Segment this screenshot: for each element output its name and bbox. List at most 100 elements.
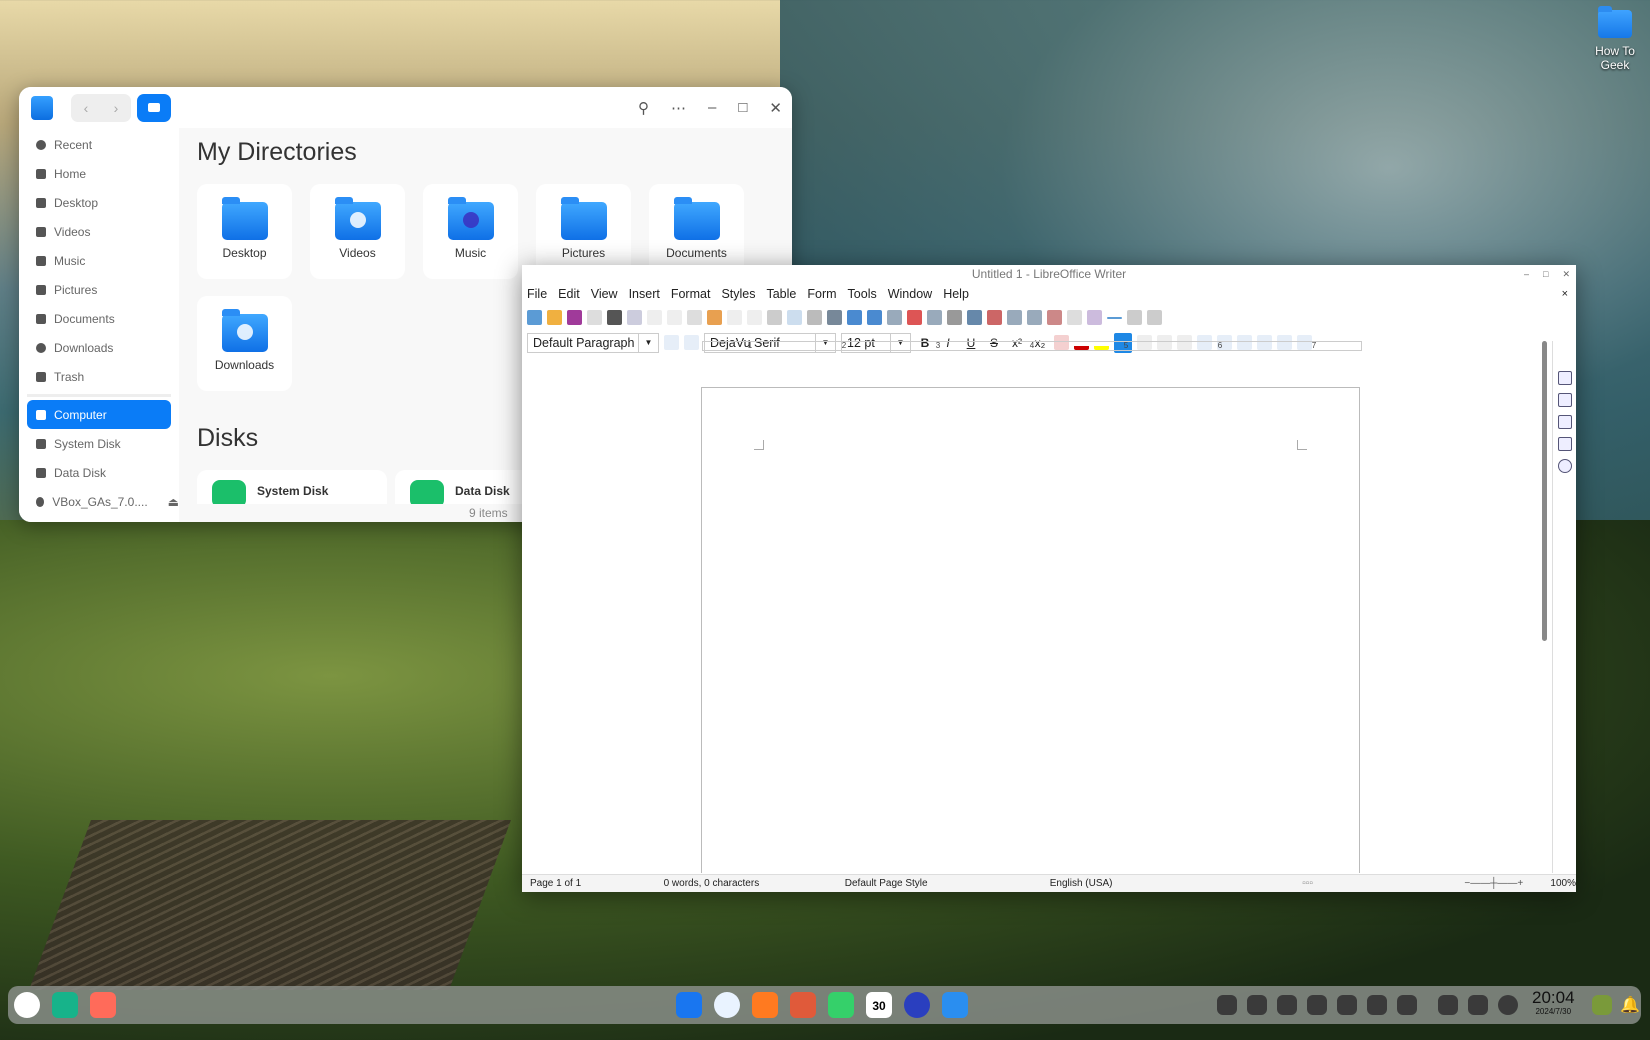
endnote-icon[interactable] xyxy=(1007,310,1022,325)
sidebar-item-pictures[interactable]: Pictures xyxy=(19,275,179,304)
sidebar-item-data-disk[interactable]: Data Disk xyxy=(19,458,179,487)
minimize-button[interactable]: – xyxy=(1524,265,1529,283)
search-icon[interactable]: ⚲ xyxy=(638,99,649,117)
clone-formatting-icon[interactable] xyxy=(707,310,722,325)
document-page[interactable] xyxy=(701,387,1360,873)
chevron-right-icon[interactable] xyxy=(1397,995,1417,1015)
draw-functions-icon[interactable] xyxy=(1147,310,1162,325)
view-layout-icons[interactable]: ▫▫▫ xyxy=(1294,878,1456,889)
workspace-icon[interactable] xyxy=(90,992,116,1018)
insert-table-icon[interactable] xyxy=(827,310,842,325)
zoom-slider[interactable]: −——┼——+ xyxy=(1456,878,1542,889)
basic-shapes-icon[interactable] xyxy=(1127,310,1142,325)
file-manager-app-icon[interactable] xyxy=(676,992,702,1018)
desktop-icon-how-to-geek[interactable]: How To Geek xyxy=(1585,6,1645,72)
insert-chart-icon[interactable] xyxy=(867,310,882,325)
export-pdf-icon[interactable] xyxy=(587,310,602,325)
new-document-icon[interactable] xyxy=(527,310,542,325)
gallery-icon[interactable] xyxy=(1557,437,1572,451)
clock[interactable]: 20:04 2024/7/30 xyxy=(1532,989,1575,1017)
back-button[interactable]: ‹ xyxy=(71,94,101,122)
tray-keyboard-icon[interactable] xyxy=(1277,995,1297,1015)
launcher-icon[interactable] xyxy=(14,992,40,1018)
cross-reference-icon[interactable] xyxy=(1047,310,1062,325)
chevron-down-icon[interactable]: ▼ xyxy=(638,333,658,352)
styles-icon[interactable] xyxy=(1557,415,1572,429)
footnote-icon[interactable] xyxy=(987,310,1002,325)
more-options-icon[interactable]: ⋯ xyxy=(671,99,686,117)
multitask-view-icon[interactable] xyxy=(52,992,78,1018)
close-button[interactable]: ✕ xyxy=(1562,265,1570,283)
page-icon[interactable] xyxy=(1557,393,1572,407)
app-store-icon[interactable] xyxy=(752,992,778,1018)
dir-tile-desktop[interactable]: Desktop xyxy=(197,184,292,279)
keyboard-icon[interactable] xyxy=(1468,995,1488,1015)
undo-icon[interactable] xyxy=(727,310,742,325)
settings-app-icon[interactable] xyxy=(904,992,930,1018)
sidebar-item-desktop[interactable]: Desktop xyxy=(19,188,179,217)
text-box-icon[interactable] xyxy=(887,310,902,325)
menu-edit[interactable]: Edit xyxy=(558,287,580,301)
open-icon[interactable] xyxy=(547,310,562,325)
sidebar-item-recent[interactable]: Recent xyxy=(19,130,179,159)
search-icon[interactable] xyxy=(1438,995,1458,1015)
comment-icon[interactable] xyxy=(1067,310,1082,325)
tray-screenshot-icon[interactable] xyxy=(1247,995,1267,1015)
maximize-button[interactable]: □ xyxy=(1543,265,1548,283)
music-app-icon[interactable] xyxy=(828,992,854,1018)
sidebar-item-home[interactable]: Home xyxy=(19,159,179,188)
insert-image-icon[interactable] xyxy=(847,310,862,325)
image-viewer-icon[interactable] xyxy=(790,992,816,1018)
close-button[interactable]: ✕ xyxy=(769,99,782,117)
update-style-icon[interactable] xyxy=(664,335,679,350)
volume-icon[interactable] xyxy=(1337,995,1357,1015)
menu-format[interactable]: Format xyxy=(671,287,711,301)
formatting-marks-icon[interactable] xyxy=(807,310,822,325)
eject-icon[interactable]: ⏏ xyxy=(168,495,179,509)
sidebar-item-documents[interactable]: Documents xyxy=(19,304,179,333)
menu-window[interactable]: Window xyxy=(888,287,932,301)
properties-icon[interactable] xyxy=(1557,371,1572,385)
sidebar-item-videos[interactable]: Videos xyxy=(19,217,179,246)
insert-field-icon[interactable] xyxy=(927,310,942,325)
cut-icon[interactable] xyxy=(647,310,662,325)
special-character-icon[interactable] xyxy=(947,310,962,325)
computer-view-button[interactable] xyxy=(137,93,171,122)
paste-icon[interactable] xyxy=(687,310,702,325)
zoom-level[interactable]: 100% xyxy=(1542,878,1576,889)
forward-button[interactable]: › xyxy=(101,94,131,122)
writer-app-icon[interactable] xyxy=(942,992,968,1018)
menu-tools[interactable]: Tools xyxy=(848,287,877,301)
bookmark-icon[interactable] xyxy=(1027,310,1042,325)
language[interactable]: English (USA) xyxy=(1042,878,1295,889)
copy-icon[interactable] xyxy=(667,310,682,325)
save-icon[interactable] xyxy=(567,310,582,325)
minimize-button[interactable]: – xyxy=(708,99,716,116)
page-break-icon[interactable] xyxy=(907,310,922,325)
spelling-icon[interactable] xyxy=(787,310,802,325)
pen-icon[interactable] xyxy=(1367,995,1387,1015)
power-icon[interactable] xyxy=(1498,995,1518,1015)
sidebar-item-downloads[interactable]: Downloads xyxy=(19,333,179,362)
menu-styles[interactable]: Styles xyxy=(721,287,755,301)
sidebar-item-trash[interactable]: Trash xyxy=(19,362,179,391)
navigator-icon[interactable] xyxy=(1557,459,1572,473)
menu-file[interactable]: File xyxy=(527,287,547,301)
dir-tile-music[interactable]: Music xyxy=(423,184,518,279)
redo-icon[interactable] xyxy=(747,310,762,325)
menu-insert[interactable]: Insert xyxy=(629,287,660,301)
vertical-scrollbar[interactable] xyxy=(1542,341,1547,641)
line-icon[interactable] xyxy=(1107,316,1122,319)
sidebar-item-system-disk[interactable]: System Disk xyxy=(19,429,179,458)
page-style[interactable]: Default Page Style xyxy=(837,878,1042,889)
print-preview-icon[interactable] xyxy=(627,310,642,325)
menu-help[interactable]: Help xyxy=(943,287,969,301)
tray-music-icon[interactable] xyxy=(1217,995,1237,1015)
maximize-button[interactable]: □ xyxy=(738,99,747,116)
notification-bell-icon[interactable]: 🔔 xyxy=(1620,995,1640,1015)
hyperlink-icon[interactable] xyxy=(967,310,982,325)
find-replace-icon[interactable] xyxy=(767,310,782,325)
new-style-icon[interactable] xyxy=(684,335,699,350)
menu-table[interactable]: Table xyxy=(766,287,796,301)
sidebar-item-computer[interactable]: Computer xyxy=(27,400,171,429)
